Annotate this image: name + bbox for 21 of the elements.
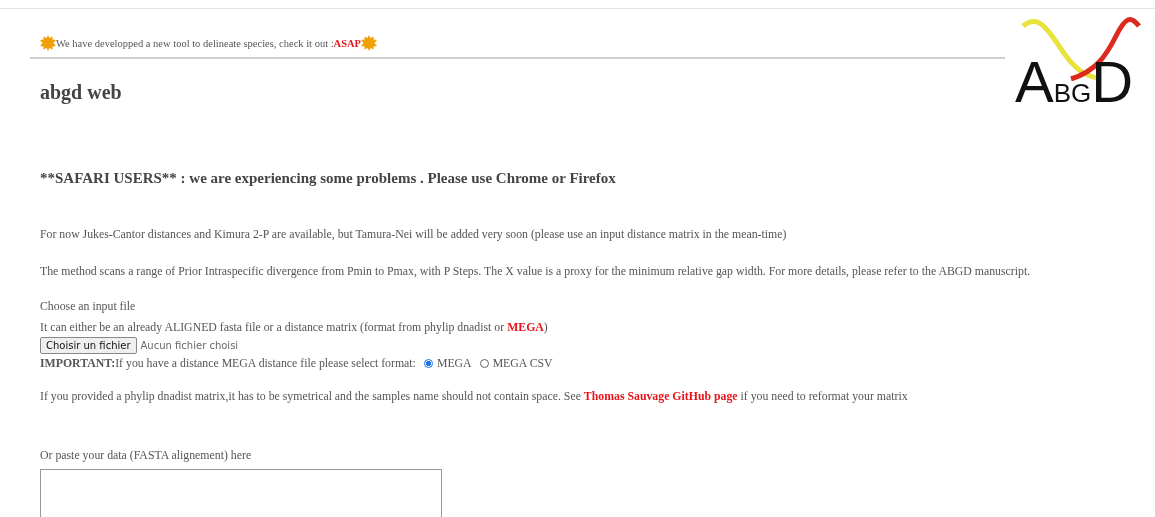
choose-file-button[interactable]: Choisir un fichier [40,337,137,354]
github-link[interactable]: Thomas Sauvage GitHub page [583,389,738,403]
help-text: It can either be an already ALIGNED fasta file or a distance matrix (format from phylip dnadist or MEGA) [40,320,548,335]
browser-warning: **SAFARI USERS** : we are experiencing some problems . Please use Chrome or Firefox [40,170,616,187]
radio-label: MEGA CSV [492,356,553,371]
new-badge-icon [361,35,377,51]
mega-link[interactable]: MEGA [507,320,544,334]
new-badge-icon [40,35,56,51]
radio-button[interactable] [423,359,433,368]
file-status: Aucun fichier choisi [140,340,239,351]
info-text: The method scans a range of Prior Intraspecific divergence from Pmin to Pmax, with P Steps. The X value is a proxy for the minimum relative gap width. For more details, please refer to the ABGD manuscript. [40,264,1031,279]
page-title: abgd web [40,81,122,104]
radio-button[interactable] [479,359,489,368]
announcement-text: We have developped a new tool to delineate species, check it out : [56,37,334,49]
format-label: IMPORTANT:If you have a distance MEGA distance file please select format: [40,356,416,371]
help-text: If you provided a phylip dnadist matrix,it has to be symetrical and the samples name should not contain space. See Thomas Sauvage GitHub page if you need to reformat your matrix [40,389,908,404]
abgd-logo: ABG D [1015,53,1134,111]
info-text: For now Jukes-Cantor distances and Kimura 2-P are available, but Tamura-Nei will be added very soon (please use an input distance matrix in the mean-time) [40,227,787,242]
field-label: Choose an input file [40,299,136,314]
radio-label: MEGA [436,356,472,371]
field-label: Or paste your data (FASTA alignement) here [40,448,252,463]
